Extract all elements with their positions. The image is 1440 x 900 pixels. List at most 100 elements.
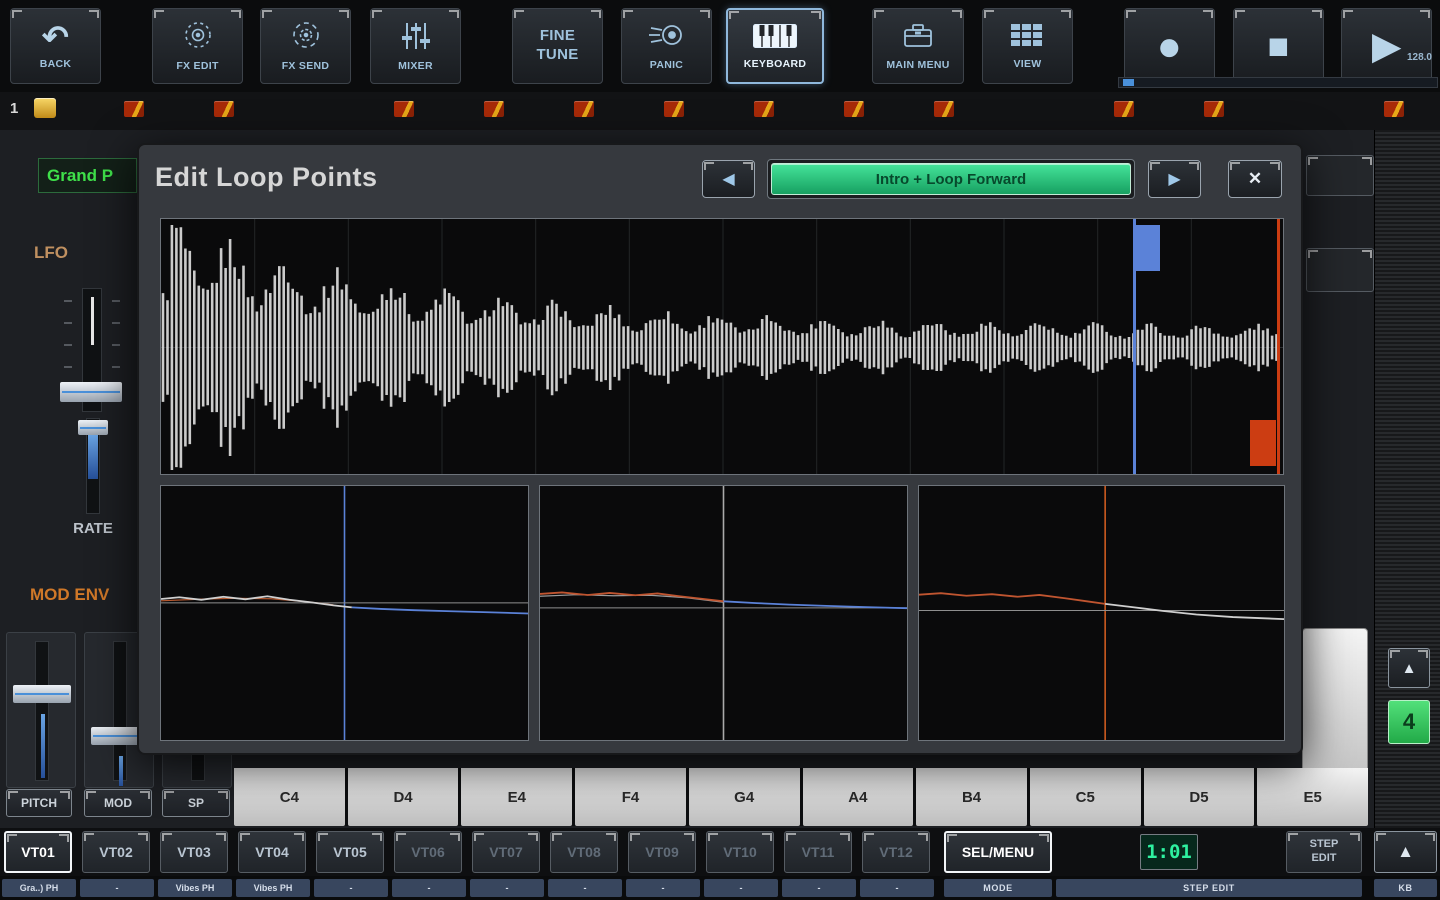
back-button[interactable]: ↶ BACK xyxy=(10,8,101,84)
track-label: - xyxy=(782,879,856,897)
step-marker-icon[interactable] xyxy=(844,101,864,117)
track-vt09[interactable]: VT09 xyxy=(628,831,696,873)
track-vt06[interactable]: VT06 xyxy=(394,831,462,873)
track-vt08[interactable]: VT08 xyxy=(550,831,618,873)
mixer-button[interactable]: MIXER xyxy=(370,8,461,84)
record-icon: ● xyxy=(1157,25,1183,67)
step-marker-icon[interactable] xyxy=(1114,101,1134,117)
loop-end-line xyxy=(1277,219,1280,474)
keyboard-up-button[interactable]: ▲ xyxy=(1374,831,1437,873)
loop-zoom-panel-mid[interactable] xyxy=(539,485,908,741)
mod-fader[interactable] xyxy=(113,641,127,781)
pitch-fader-handle[interactable] xyxy=(13,685,71,703)
waveform-svg xyxy=(161,219,1284,475)
fx-edit-button[interactable]: FX EDIT xyxy=(152,8,243,84)
step-marker-icon[interactable] xyxy=(574,101,594,117)
key-a4[interactable]: A4 xyxy=(803,768,914,826)
loop-mode-next-button[interactable]: ▶ xyxy=(1148,160,1201,198)
track-label: - xyxy=(704,879,778,897)
record-button[interactable]: ● xyxy=(1124,8,1215,84)
track-label: Vibes PH xyxy=(158,879,232,897)
track-vt05[interactable]: VT05 xyxy=(316,831,384,873)
key-g4[interactable]: G4 xyxy=(689,768,800,826)
track-vt04[interactable]: VT04 xyxy=(238,831,306,873)
step-marker-icon[interactable] xyxy=(754,101,774,117)
keyboard-position-indicator[interactable] xyxy=(1302,628,1368,776)
stop-button[interactable]: ■ xyxy=(1233,8,1324,84)
lfo-section-label: LFO xyxy=(34,243,68,263)
top-toolbar: ↶ BACK FX EDIT FX SEND xyxy=(0,0,1440,92)
piano-keys: C4 D4 E4 F4 G4 A4 B4 C5 D5 E5 xyxy=(234,768,1368,826)
step-marker-icon[interactable] xyxy=(124,101,144,117)
view-grid-icon xyxy=(1009,22,1047,53)
hidden-side-button[interactable] xyxy=(1306,248,1374,292)
key-f4[interactable]: F4 xyxy=(575,768,686,826)
panic-button[interactable]: PANIC xyxy=(621,8,712,84)
play-button[interactable]: ▶ xyxy=(1341,8,1432,84)
step-marker-icon[interactable] xyxy=(484,101,504,117)
track-vt02[interactable]: VT02 xyxy=(82,831,150,873)
pattern-folder-icon[interactable] xyxy=(34,98,56,118)
track-label: - xyxy=(626,879,700,897)
lfo-wave-slider-handle[interactable] xyxy=(60,382,122,402)
key-e4[interactable]: E4 xyxy=(461,768,572,826)
loop-zoom-panel-end[interactable] xyxy=(918,485,1285,741)
mixer-faders-icon xyxy=(398,20,434,55)
sp-button[interactable]: SP xyxy=(162,789,230,817)
view-button[interactable]: VIEW xyxy=(982,8,1073,84)
mode-bar-label: MODE xyxy=(944,879,1052,897)
octave-display[interactable]: 4 xyxy=(1388,700,1430,744)
loop-end-handle[interactable] xyxy=(1250,420,1276,466)
key-d4[interactable]: D4 xyxy=(348,768,459,826)
patch-name-box[interactable]: Grand P xyxy=(38,158,137,193)
loop-start-handle[interactable] xyxy=(1136,225,1160,271)
fine-tune-button[interactable]: FINE TUNE xyxy=(512,8,603,84)
main-menu-button[interactable]: MAIN MENU xyxy=(872,8,964,84)
step-edit-button[interactable]: STEP EDIT xyxy=(1286,831,1362,873)
key-d5[interactable]: D5 xyxy=(1144,768,1255,826)
loop-mode-prev-button[interactable]: ◀ xyxy=(702,160,755,198)
track-vt07[interactable]: VT07 xyxy=(472,831,540,873)
key-b4[interactable]: B4 xyxy=(916,768,1027,826)
track-vt03[interactable]: VT03 xyxy=(160,831,228,873)
kb-bar-label: KB xyxy=(1374,879,1437,897)
step-marker-icon[interactable] xyxy=(1204,101,1224,117)
key-c5[interactable]: C5 xyxy=(1030,768,1141,826)
octave-up-button[interactable]: ▲ xyxy=(1388,648,1430,688)
track-vt12[interactable]: VT12 xyxy=(862,831,930,873)
step-marker-icon[interactable] xyxy=(934,101,954,117)
loop-zoom-panel-start[interactable] xyxy=(160,485,529,741)
track-button-row: VT01 VT02 VT03 VT04 VT05 VT06 VT07 VT08 … xyxy=(0,828,1440,876)
mod-button[interactable]: MOD xyxy=(84,789,152,817)
key-e5[interactable]: E5 xyxy=(1257,768,1368,826)
step-marker-icon[interactable] xyxy=(394,101,414,117)
track-vt10[interactable]: VT10 xyxy=(706,831,774,873)
lfo-rate-slider-handle[interactable] xyxy=(78,420,108,435)
track-label: - xyxy=(548,879,622,897)
key-c4[interactable]: C4 xyxy=(234,768,345,826)
envelope-svg xyxy=(919,486,1284,740)
step-marker-icon[interactable] xyxy=(664,101,684,117)
step-marker-icon[interactable] xyxy=(1384,101,1404,117)
sel-menu-button[interactable]: SEL/MENU xyxy=(944,831,1052,873)
mod-env-section-label: MOD ENV xyxy=(30,585,137,605)
track-vt11[interactable]: VT11 xyxy=(784,831,852,873)
keyboard-button[interactable]: KEYBOARD xyxy=(726,8,824,84)
envelope-svg xyxy=(540,486,907,740)
track-label-row: Gra..) PH - Vibes PH Vibes PH - - - - - … xyxy=(0,876,1440,900)
loop-mode-frame: Intro + Loop Forward xyxy=(767,159,1135,199)
dialog-close-button[interactable]: ✕ xyxy=(1228,160,1282,198)
pitch-fader-panel xyxy=(6,632,76,788)
pitch-fader[interactable] xyxy=(35,641,49,781)
bpm-display: 128.0 xyxy=(1380,52,1432,63)
hidden-side-button[interactable] xyxy=(1306,155,1374,196)
track-label: - xyxy=(392,879,466,897)
step-marker-icon[interactable] xyxy=(214,101,234,117)
progress-handle[interactable] xyxy=(1123,79,1134,86)
track-vt01[interactable]: VT01 xyxy=(4,831,72,873)
fx-send-button[interactable]: FX SEND xyxy=(260,8,351,84)
loop-mode-select[interactable]: Intro + Loop Forward xyxy=(771,163,1131,195)
song-progress-bar[interactable] xyxy=(1118,77,1438,88)
waveform-panel[interactable] xyxy=(160,218,1284,475)
pitch-button[interactable]: PITCH xyxy=(6,789,72,817)
